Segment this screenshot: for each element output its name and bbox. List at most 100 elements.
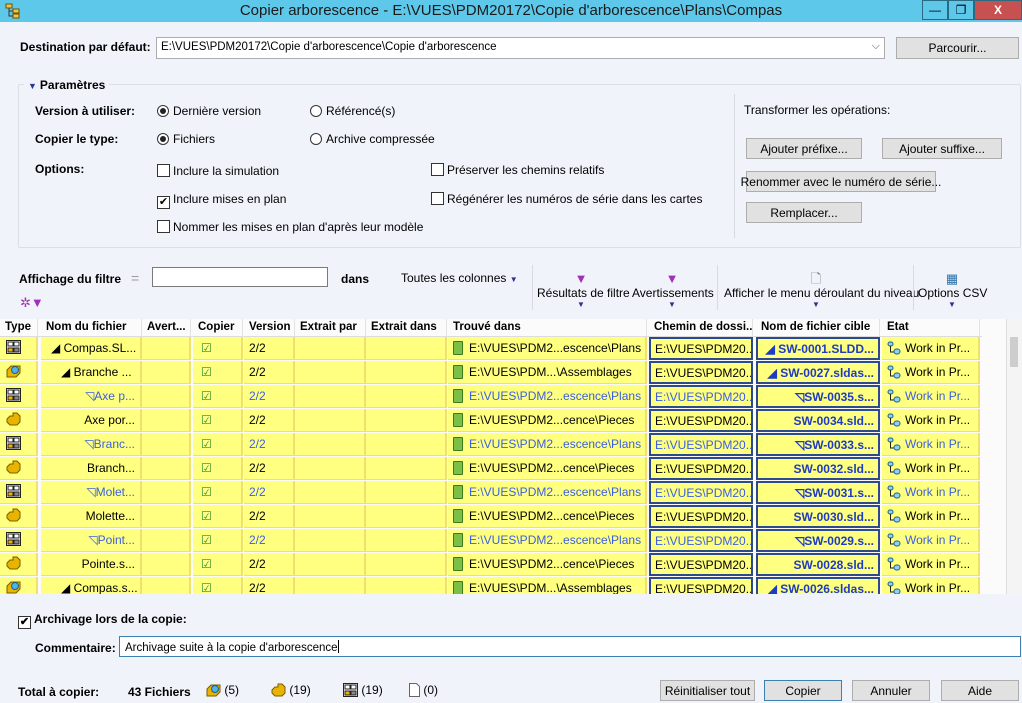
folder-path-cell[interactable]: E:\VUES\PDM20... [649,409,753,432]
folder-path-cell[interactable]: E:\VUES\PDM20... [649,385,753,408]
folder-path-cell[interactable]: E:\VUES\PDM20... [649,505,753,528]
csv-options-button[interactable]: ▦ Options CSV ▼ [918,272,987,310]
copy-checkbox[interactable]: ☑ [193,505,243,528]
target-filename-cell[interactable]: SW-0034.sld... [756,409,880,432]
column-header[interactable]: Avert... [142,319,191,337]
column-header[interactable]: Type [0,319,38,337]
target-filename-cell[interactable]: SW-0032.sld... [756,457,880,480]
folder-path-cell[interactable]: E:\VUES\PDM20... [649,553,753,576]
table-row[interactable]: Pointe.s... ☑ 2/2 E:\VUES\PDM2...cence\Piec… [0,553,982,577]
version-cell[interactable]: 2/2 [244,577,295,594]
copy-checkbox[interactable]: ☑ [193,577,243,594]
copy-checkbox[interactable]: ☑ [193,433,243,456]
filename-cell[interactable]: Axe por... [41,409,142,432]
table-row[interactable]: ◢ Compas.s... ☑ 2/2 E:\VUES\PDM...\Assembla… [0,577,982,594]
filter-results-button[interactable]: ▼ Résultats de filtre ▼ [537,272,630,310]
table-row[interactable]: ◹Branc... ☑ 2/2 E:\VUES\PDM2...escence\Plan… [0,433,982,457]
reset-all-button[interactable]: Réinitialiser tout [660,680,755,701]
scrollbar-thumb[interactable] [1010,337,1018,367]
columns-dropdown[interactable]: Toutes les colonnes ▼ [401,271,518,285]
checkin-checkbox[interactable]: ✔ Archivage lors de la copie: [18,612,187,629]
checkbox-regenerate-serials[interactable]: Régénérer les numéros de série dans les … [431,192,702,206]
target-filename-cell[interactable]: ◹SW-0029.s... [756,529,880,552]
table-row[interactable]: ◢ Branche ... ☑ 2/2 E:\VUES\PDM...\Assembla… [0,361,982,385]
copy-checkbox[interactable]: ☑ [193,553,243,576]
filename-cell[interactable]: ◹Axe p... [41,385,142,408]
copy-checkbox[interactable]: ☑ [193,481,243,504]
column-header[interactable]: Etat [882,319,980,337]
filename-cell[interactable]: ◢ Branche ... [41,361,142,384]
checkbox-name-drawings[interactable]: Nommer les mises en plan d'après leur mo… [157,220,423,234]
close-button[interactable]: X [974,0,1022,20]
copy-checkbox[interactable]: ☑ [193,361,243,384]
filename-cell[interactable]: Molette... [41,505,142,528]
parameters-toggle[interactable]: ▼ Paramètres [24,78,110,92]
filename-cell[interactable]: ◹Branc... [41,433,142,456]
target-filename-cell[interactable]: ◹SW-0035.s... [756,385,880,408]
filename-cell[interactable]: ◹Molet... [41,481,142,504]
table-row[interactable]: Branch... ☑ 2/2 E:\VUES\PDM2...cence\Pieces… [0,457,982,481]
version-cell[interactable]: 2/2 [244,409,295,432]
table-row[interactable]: ◹Point... ☑ 2/2 E:\VUES\PDM2...escence\Plan… [0,529,982,553]
copy-checkbox[interactable]: ☑ [193,337,243,360]
version-cell[interactable]: 2/2 [244,553,295,576]
add-suffix-button[interactable]: Ajouter suffixe... [882,138,1002,159]
column-header[interactable]: Extrait dans [366,319,447,337]
radio-files[interactable]: Fichiers [157,132,215,146]
vertical-scrollbar[interactable] [1006,319,1022,594]
checkbox-include-simulation[interactable]: Inclure la simulation [157,164,279,178]
copy-checkbox[interactable]: ☑ [193,385,243,408]
checkbox-preserve-paths[interactable]: Préserver les chemins relatifs [431,163,604,177]
column-header[interactable]: Nom du fichier [41,319,142,337]
destination-combo[interactable]: E:\VUES\PDM20172\Copie d'arborescence\Co… [156,37,885,59]
filter-operator[interactable]: = [131,270,139,286]
add-prefix-button[interactable]: Ajouter préfixe... [746,138,862,159]
column-header[interactable]: Copier [193,319,243,337]
radio-compressed-archive[interactable]: Archive compressée [310,132,435,146]
table-row[interactable]: Molette... ☑ 2/2 E:\VUES\PDM2...cence\Piece… [0,505,982,529]
copy-checkbox[interactable]: ☑ [193,457,243,480]
replace-button[interactable]: Remplacer... [746,202,862,223]
column-header[interactable]: Nom de fichier cible [756,319,880,337]
maximize-button[interactable]: ❐ [948,0,974,20]
clear-filter-button[interactable]: ✲▼ [20,295,44,311]
folder-path-cell[interactable]: E:\VUES\PDM20... [649,337,753,360]
target-filename-cell[interactable]: SW-0028.sld... [756,553,880,576]
filename-cell[interactable]: ◢ Compas.s... [41,577,142,594]
target-filename-cell[interactable]: ◢ SW-0001.SLDD... [756,337,880,360]
target-filename-cell[interactable]: ◢ SW-0027.sldas... [756,361,880,384]
version-cell[interactable]: 2/2 [244,361,295,384]
column-header[interactable]: Extrait par [295,319,366,337]
target-filename-cell[interactable]: ◹SW-0031.s... [756,481,880,504]
filename-cell[interactable]: ◢ Compas.SL... [41,337,142,360]
version-cell[interactable]: 2/2 [244,505,295,528]
version-cell[interactable]: 2/2 [244,457,295,480]
column-header[interactable]: Version [244,319,295,337]
checkbox-include-drawings[interactable]: ✔ Inclure mises en plan [157,192,286,209]
help-button[interactable]: Aide [941,680,1019,701]
copy-button[interactable]: Copier [764,680,842,701]
folder-path-cell[interactable]: E:\VUES\PDM20... [649,529,753,552]
filter-input[interactable] [152,267,328,287]
chevron-down-icon[interactable]: ⌵ [872,40,880,53]
version-cell[interactable]: 2/2 [244,481,295,504]
copy-checkbox[interactable]: ☑ [193,409,243,432]
folder-path-cell[interactable]: E:\VUES\PDM20... [649,433,753,456]
version-cell[interactable]: 2/2 [244,529,295,552]
folder-path-cell[interactable]: E:\VUES\PDM20... [649,481,753,504]
version-cell[interactable]: 2/2 [244,337,295,360]
target-filename-cell[interactable]: ◹SW-0033.s... [756,433,880,456]
column-header[interactable]: Chemin de dossi... [649,319,753,337]
target-filename-cell[interactable]: SW-0030.sld... [756,505,880,528]
radio-referenced[interactable]: Référencé(s) [310,104,395,118]
radio-latest-version[interactable]: Dernière version [157,104,261,118]
table-row[interactable]: ◹Axe p... ☑ 2/2 E:\VUES\PDM2...escence\Plan… [0,385,982,409]
table-row[interactable]: ◹Molet... ☑ 2/2 E:\VUES\PDM2...escence\Plan… [0,481,982,505]
filename-cell[interactable]: Branch... [41,457,142,480]
table-row[interactable]: Axe por... ☑ 2/2 E:\VUES\PDM2...cence\Piece… [0,409,982,433]
comment-input[interactable]: Archivage suite à la copie d'arborescenc… [119,636,1021,657]
folder-path-cell[interactable]: E:\VUES\PDM20... [649,577,753,594]
version-cell[interactable]: 2/2 [244,385,295,408]
rename-serial-button[interactable]: Renommer avec le numéro de série... [741,171,941,192]
level-menu-button[interactable]: 🗋 Afficher le menu déroulant du niveau ▼ [724,272,919,310]
